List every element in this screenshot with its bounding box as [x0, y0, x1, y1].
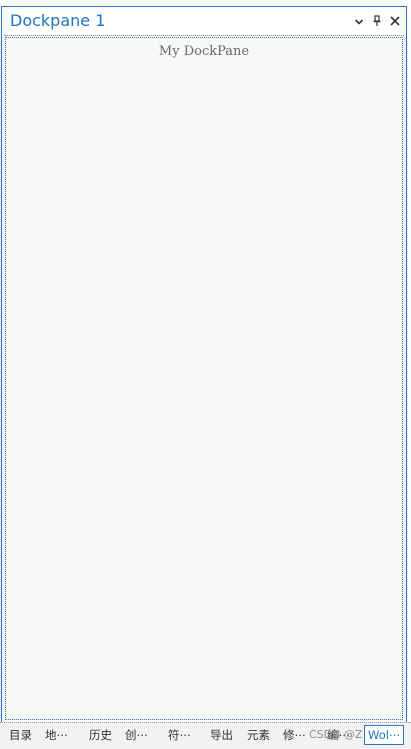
- tab-catalog[interactable]: 目录: [9, 726, 32, 744]
- dockpane-title: Dockpane 1: [10, 11, 106, 30]
- dockpane-titlebar[interactable]: Dockpane 1: [2, 7, 406, 35]
- close-button[interactable]: [386, 12, 404, 30]
- titlebar-divider: [4, 35, 404, 36]
- pin-button[interactable]: [368, 12, 386, 30]
- tab-history[interactable]: 历史: [89, 726, 112, 744]
- chevron-down-icon: [354, 12, 364, 31]
- tab-elements[interactable]: 元素: [247, 726, 270, 744]
- content-label: My DockPane: [158, 44, 250, 59]
- bottom-tab-strip: 目录 地⋯ 历史 创⋯ 符⋯ 导出 元素 修⋯ 编⋯ CSDN @Z Wol⋯: [0, 722, 411, 749]
- options-button[interactable]: [350, 12, 368, 30]
- tab-symbology[interactable]: 符⋯: [168, 726, 191, 744]
- watermark-text: CSDN @Z: [309, 728, 363, 741]
- close-icon: [389, 12, 401, 31]
- dockpane-controls: [350, 12, 404, 30]
- tab-export[interactable]: 导出: [210, 726, 233, 744]
- tab-modify[interactable]: 修⋯: [283, 726, 306, 744]
- tab-create[interactable]: 创⋯: [125, 726, 148, 744]
- tab-map[interactable]: 地⋯: [45, 726, 68, 744]
- pin-icon: [372, 12, 382, 31]
- tab-wol-active[interactable]: Wol⋯: [364, 725, 405, 745]
- dockpane: Dockpane 1 My DockPane: [1, 6, 407, 724]
- dockpane-content: My DockPane: [5, 37, 403, 720]
